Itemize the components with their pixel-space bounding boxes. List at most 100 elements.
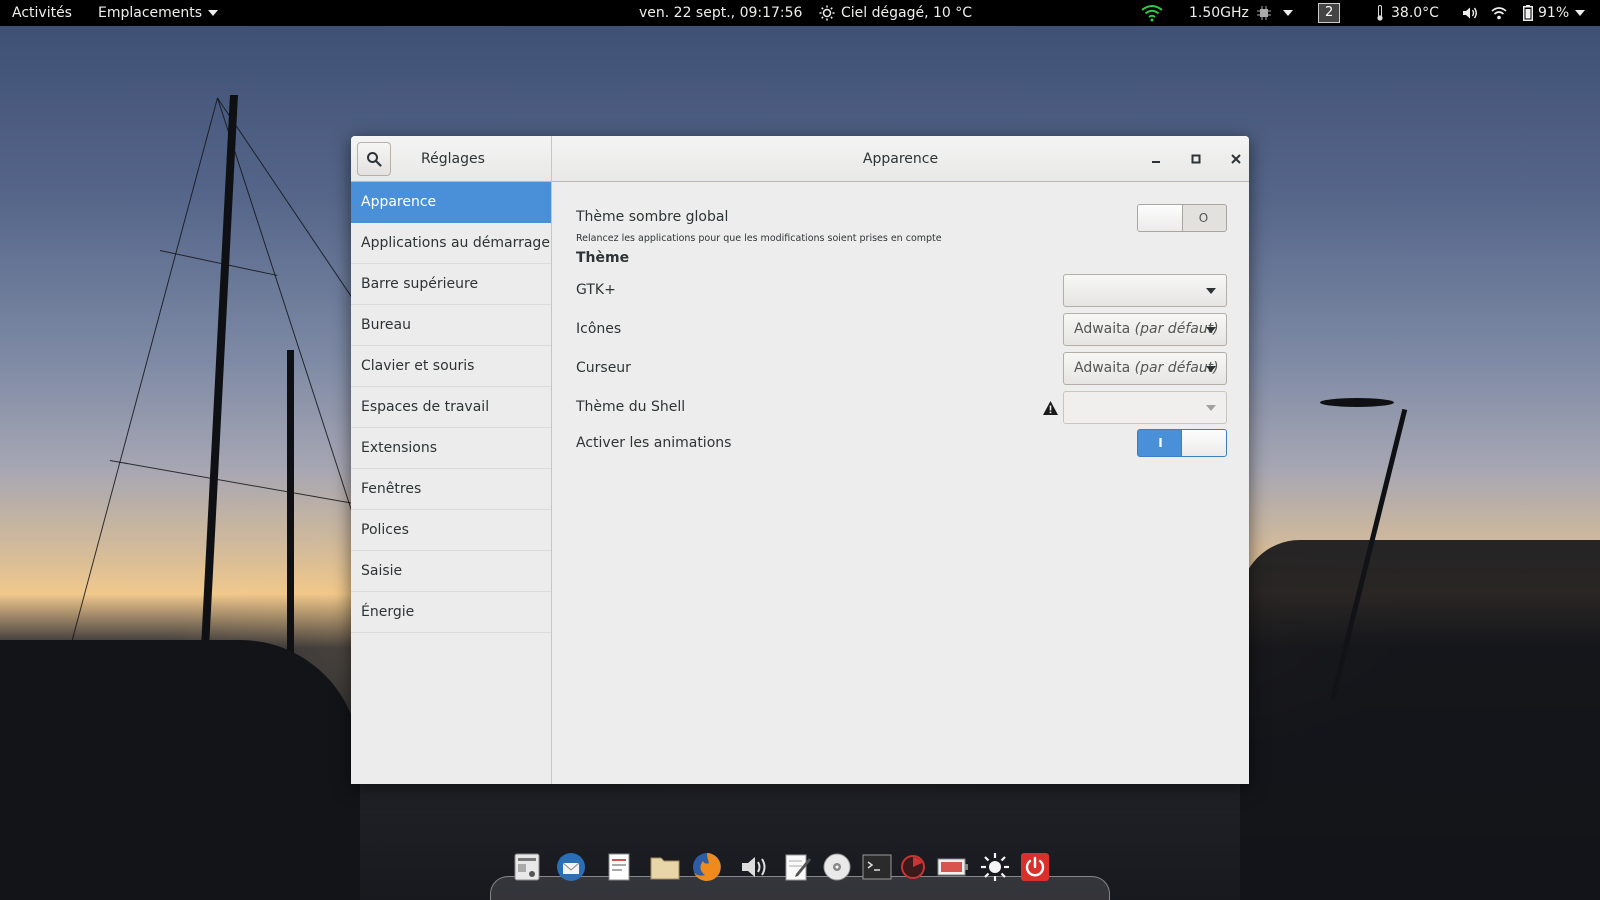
wallpaper-mast bbox=[1320, 398, 1394, 407]
battery-app-icon bbox=[937, 858, 968, 876]
maximize-button[interactable] bbox=[1183, 146, 1209, 172]
cursor-theme-value: Adwaita (par défaut) bbox=[1074, 353, 1219, 384]
chevron-down-icon bbox=[1206, 366, 1216, 372]
sidebar-item-fenetres[interactable]: Fenêtres bbox=[351, 469, 551, 510]
battery-icon bbox=[1523, 5, 1533, 21]
sidebar-item-barre-superieure[interactable]: Barre supérieure bbox=[351, 264, 551, 305]
app-title: Réglages bbox=[421, 151, 485, 167]
places-label: Emplacements bbox=[98, 5, 203, 21]
chevron-down-icon bbox=[1206, 288, 1216, 294]
cursor-theme-select[interactable]: Adwaita (par défaut) bbox=[1063, 352, 1227, 385]
sidebar-item-clavier-souris[interactable]: Clavier et souris bbox=[351, 346, 551, 387]
system-monitor-icon bbox=[514, 853, 540, 881]
top-bar: Activités Emplacements ven. 22 sept., 09… bbox=[0, 0, 1600, 26]
icon-theme-value: Adwaita (par défaut) bbox=[1074, 314, 1219, 345]
icons-label: Icônes bbox=[576, 321, 622, 337]
power-launcher[interactable] bbox=[1018, 850, 1052, 884]
wallpaper-rope bbox=[109, 460, 357, 505]
brightness-icon bbox=[981, 853, 1009, 881]
chevron-down-icon bbox=[1206, 327, 1216, 333]
clock-label: ven. 22 sept., 09:17:56 bbox=[639, 5, 803, 21]
thunderbird-icon bbox=[557, 853, 585, 881]
chevron-down-icon bbox=[1575, 10, 1586, 16]
disc-launcher[interactable] bbox=[820, 850, 854, 884]
gtk-theme-select[interactable] bbox=[1063, 274, 1227, 307]
chevron-down-icon bbox=[208, 10, 219, 16]
temperature-indicator[interactable]: 38.0°C bbox=[1376, 0, 1439, 26]
animations-switch[interactable]: I bbox=[1137, 429, 1227, 457]
switch-on-mark: I bbox=[1158, 436, 1163, 450]
chevron-down-icon bbox=[1282, 10, 1293, 16]
cpu-frequency-indicator[interactable]: 1.50GHz bbox=[1189, 0, 1293, 26]
search-button[interactable] bbox=[357, 142, 391, 176]
terminal-launcher[interactable] bbox=[860, 850, 894, 884]
minimize-button[interactable] bbox=[1143, 146, 1169, 172]
volume-control-launcher[interactable] bbox=[738, 850, 772, 884]
volume-icon bbox=[742, 857, 766, 877]
sidebar-item-apparence[interactable]: Apparence bbox=[351, 182, 551, 223]
terminal-icon bbox=[862, 854, 892, 880]
sidebar-item-saisie[interactable]: Saisie bbox=[351, 551, 551, 592]
dark-theme-label: Thème sombre global bbox=[576, 209, 729, 225]
battery-label: 91% bbox=[1538, 5, 1570, 21]
sun-icon bbox=[819, 5, 835, 21]
files-launcher[interactable] bbox=[648, 850, 682, 884]
warning-icon bbox=[1043, 401, 1058, 415]
firefox-launcher[interactable] bbox=[690, 850, 724, 884]
text-viewer-icon bbox=[608, 853, 630, 881]
wallpaper-mast bbox=[287, 350, 294, 690]
wifi-signal-icon bbox=[1141, 5, 1163, 22]
dark-theme-note: Relancez les applications pour que les m… bbox=[576, 233, 942, 244]
sidebar-item-extensions[interactable]: Extensions bbox=[351, 428, 551, 469]
cursor-theme-name: Adwaita bbox=[1074, 360, 1131, 376]
workspace-number: 2 bbox=[1318, 3, 1341, 23]
icon-theme-name: Adwaita bbox=[1074, 321, 1131, 337]
tweaks-window: Réglages Apparence Apparence Application… bbox=[351, 136, 1249, 784]
wallpaper-mast bbox=[198, 95, 238, 705]
sidebar: Apparence Applications au démarrage Barr… bbox=[351, 182, 552, 784]
volume-indicator[interactable] bbox=[1462, 0, 1478, 26]
activities-button[interactable]: Activités bbox=[12, 0, 72, 26]
folder-icon bbox=[650, 857, 680, 880]
sidebar-item-applications-demarrage[interactable]: Applications au démarrage bbox=[351, 223, 551, 264]
close-button[interactable] bbox=[1223, 146, 1249, 172]
weather-indicator[interactable]: Ciel dégagé, 10 °C bbox=[819, 0, 972, 26]
text-viewer-launcher[interactable] bbox=[602, 850, 636, 884]
switch-off-mark: O bbox=[1198, 211, 1209, 225]
disc-icon bbox=[823, 853, 851, 881]
cpu-frequency-label: 1.50GHz bbox=[1189, 5, 1249, 21]
brightness-launcher[interactable] bbox=[978, 850, 1012, 884]
thunderbird-launcher[interactable] bbox=[554, 850, 588, 884]
disk-usage-launcher[interactable] bbox=[896, 850, 930, 884]
maximize-icon bbox=[1191, 154, 1201, 164]
cpu-icon bbox=[1256, 6, 1271, 20]
workspace-indicator[interactable]: 2 bbox=[1318, 0, 1341, 26]
places-menu[interactable]: Emplacements bbox=[98, 0, 219, 26]
close-icon bbox=[1231, 154, 1241, 164]
network-speed-indicator[interactable] bbox=[1141, 0, 1163, 26]
speaker-icon bbox=[1463, 7, 1477, 19]
activities-label: Activités bbox=[12, 5, 72, 21]
icon-theme-select[interactable]: Adwaita (par défaut) bbox=[1063, 313, 1227, 346]
sidebar-item-bureau[interactable]: Bureau bbox=[351, 305, 551, 346]
text-editor-launcher[interactable] bbox=[780, 850, 814, 884]
system-monitor-launcher[interactable] bbox=[510, 850, 544, 884]
animations-label: Activer les animations bbox=[576, 435, 732, 451]
battery-app-launcher[interactable] bbox=[936, 850, 970, 884]
sidebar-item-energie[interactable]: Énergie bbox=[351, 592, 551, 633]
dark-theme-switch[interactable]: O bbox=[1137, 204, 1227, 232]
sidebar-item-polices[interactable]: Polices bbox=[351, 510, 551, 551]
cursor-label: Curseur bbox=[576, 360, 631, 376]
wallpaper-rope bbox=[56, 97, 218, 697]
wifi-indicator[interactable] bbox=[1491, 0, 1507, 26]
appearance-panel: Thème sombre global Relancez les applica… bbox=[553, 182, 1249, 784]
temperature-label: 38.0°C bbox=[1391, 5, 1439, 21]
sidebar-item-espaces-travail[interactable]: Espaces de travail bbox=[351, 387, 551, 428]
weather-label: Ciel dégagé, 10 °C bbox=[841, 5, 973, 21]
shell-theme-select[interactable] bbox=[1063, 391, 1227, 424]
battery-indicator[interactable]: 91% bbox=[1523, 0, 1586, 26]
minimize-icon bbox=[1152, 161, 1160, 163]
clock[interactable]: ven. 22 sept., 09:17:56 bbox=[639, 0, 802, 26]
chevron-down-icon bbox=[1206, 405, 1216, 411]
search-icon bbox=[367, 152, 382, 167]
